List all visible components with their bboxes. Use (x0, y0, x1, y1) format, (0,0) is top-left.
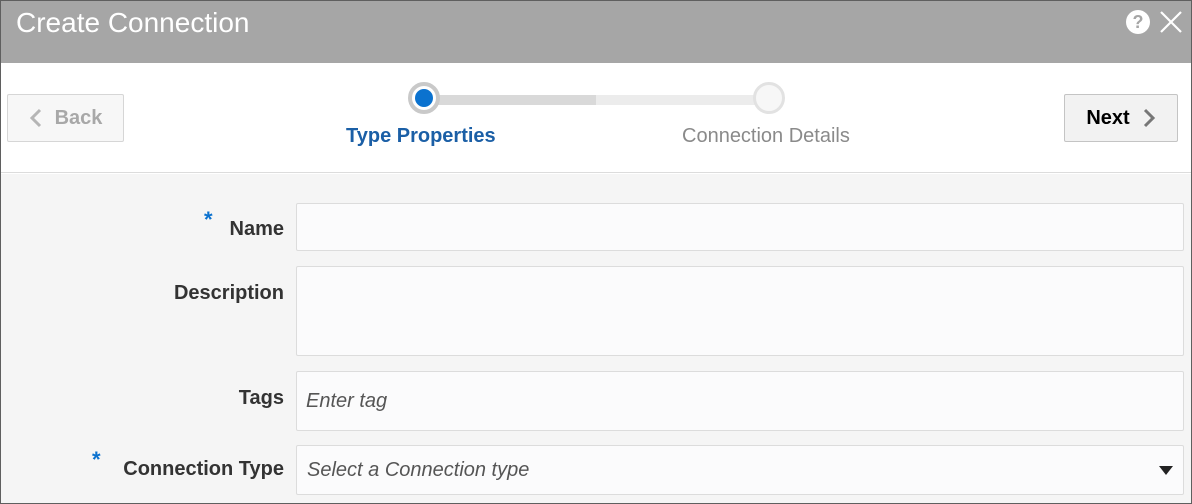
chevron-right-icon (1143, 108, 1155, 128)
train-step-label-current[interactable]: Type Properties (346, 125, 496, 148)
tags-label: Tags (238, 387, 284, 409)
connection-type-select[interactable]: Select a Connection type (296, 445, 1184, 495)
connection-type-placeholder: Select a Connection type (307, 459, 530, 481)
name-input[interactable] (296, 203, 1184, 251)
dialog-titlebar: Create Connection ? (1, 1, 1191, 63)
description-label: Description (173, 282, 284, 304)
description-textarea[interactable] (296, 266, 1184, 356)
name-label: Name (229, 218, 284, 240)
back-button[interactable]: Back (7, 94, 124, 142)
back-button-label: Back (54, 106, 103, 129)
dialog-title: Create Connection (16, 7, 250, 38)
close-icon[interactable] (1158, 9, 1184, 35)
next-button[interactable]: Next (1064, 94, 1178, 142)
train-stop-type-properties[interactable] (408, 82, 440, 114)
required-indicator: * (204, 207, 213, 232)
help-icon[interactable]: ? (1126, 10, 1150, 34)
connection-type-label: Connection Type (123, 458, 284, 480)
train-stop-connection-details[interactable] (753, 82, 785, 114)
caret-down-icon[interactable] (1159, 466, 1173, 475)
form-body: * Name Description Tags * Connection Typ… (1, 174, 1191, 503)
next-button-label: Next (1086, 106, 1130, 129)
train-track (424, 95, 769, 105)
wizard-train: Back Type Properties Connection Details … (1, 63, 1191, 173)
required-indicator: * (92, 447, 101, 472)
create-connection-dialog: Create Connection ? Back Type Properties… (0, 0, 1192, 504)
tags-input[interactable] (296, 371, 1184, 431)
train-progress (424, 95, 596, 105)
train-step-label-next[interactable]: Connection Details (682, 125, 850, 148)
chevron-left-icon (29, 108, 41, 128)
